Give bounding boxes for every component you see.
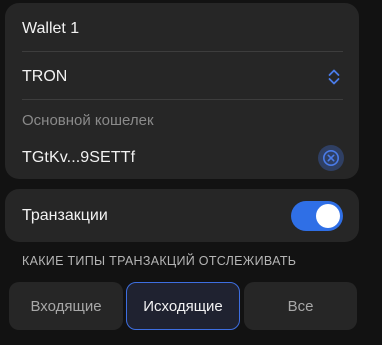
clear-address-button[interactable] [318,145,344,171]
wallet-card: Wallet 1 TRON Основной кошелек TGtKv...9… [5,3,359,179]
filter-all-button[interactable]: Все [244,282,357,330]
toggle-knob [316,203,340,228]
network-selector[interactable]: TRON [22,55,343,99]
transactions-card: Транзакции [5,189,359,242]
tx-types-section-label: КАКИЕ ТИПЫ ТРАНЗАКЦИЙ ОТСЛЕЖИВАТЬ [22,254,297,268]
divider [22,99,343,100]
main-wallet-label: Основной кошелек [22,111,154,129]
transactions-row: Транзакции [22,189,343,242]
filter-incoming-button[interactable]: Входящие [9,282,123,330]
address-text: TGtKv...9SETTf [22,149,136,166]
chevron-updown-icon [328,69,340,85]
divider [22,51,343,52]
wallet-settings-screen: Wallet 1 TRON Основной кошелек TGtKv...9… [0,0,382,345]
transactions-label: Транзакции [22,206,108,224]
wallet-name-text: Wallet 1 [22,20,80,37]
close-circle-icon [323,150,339,166]
network-label: TRON [22,68,68,85]
address-field[interactable]: TGtKv...9SETTf [22,141,344,175]
filter-outgoing-button[interactable]: Исходящие [126,282,240,330]
transactions-toggle[interactable] [291,200,343,231]
wallet-name-field[interactable]: Wallet 1 [22,7,343,51]
